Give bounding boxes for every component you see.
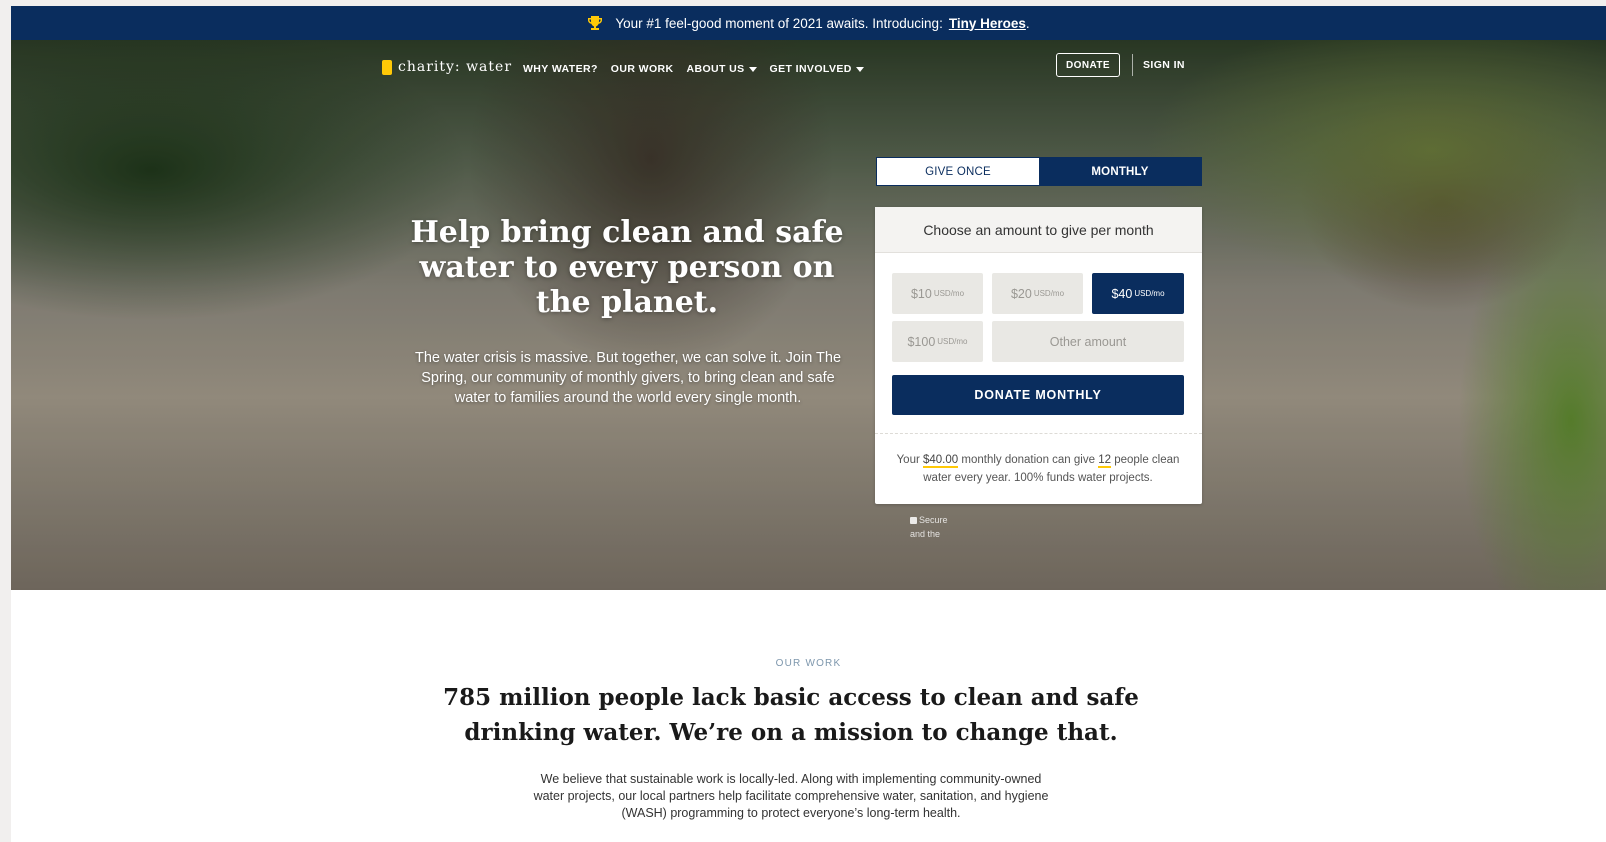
nav-our-work[interactable]: OUR WORK — [611, 63, 674, 75]
chevron-down-icon — [748, 66, 757, 72]
sign-in-link[interactable]: SIGN IN — [1143, 59, 1185, 71]
tab-monthly[interactable]: MONTHLY — [1039, 158, 1201, 185]
donate-monthly-button[interactable]: DONATE MONTHLY — [892, 375, 1184, 415]
nav-about-us[interactable]: ABOUT US — [686, 63, 757, 75]
amount-value: $20 — [1010, 286, 1032, 301]
tiny-heroes-link[interactable]: Tiny Heroes — [949, 16, 1026, 31]
impact-amount: $40.00 — [923, 454, 959, 468]
tab-give-once[interactable]: GIVE ONCE — [877, 158, 1039, 185]
impact-people: 12 — [1098, 454, 1111, 468]
nav-donate-button[interactable]: DONATE — [1056, 53, 1120, 77]
announcement-bar: Your #1 feel-good moment of 2021 awaits.… — [11, 6, 1606, 40]
amount-unit: USD/mo — [937, 337, 968, 346]
logo-text: charity: water — [398, 59, 513, 75]
announcement-suffix: . — [1025, 15, 1030, 31]
nav-our-work-label: OUR WORK — [610, 63, 674, 75]
amount-40-button[interactable]: $40 USD/mo — [1092, 273, 1184, 314]
trophy-icon — [588, 16, 603, 30]
hero-title: Help bring clean and safe water to every… — [410, 215, 844, 320]
nav-why-water-label: WHY WATER? — [523, 63, 598, 75]
donation-heading: Choose an amount to give per month — [875, 207, 1202, 253]
impact-text: Your $40.00 monthly donation can give 12… — [889, 451, 1187, 487]
secure-line-2: and the — [910, 529, 941, 539]
amount-value: $10 — [910, 286, 932, 301]
frequency-tabs: GIVE ONCE MONTHLY — [876, 157, 1202, 186]
amount-10-button[interactable]: $10 USD/mo — [892, 273, 983, 314]
other-amount-input[interactable]: Other amount — [992, 321, 1184, 362]
nav-why-water[interactable]: WHY WATER? — [523, 63, 598, 75]
secure-note: Secure and the — [910, 513, 948, 541]
nav-get-involved-label: GET INVOLVED — [769, 63, 852, 75]
nav-divider — [1132, 54, 1133, 76]
nav-get-involved[interactable]: GET INVOLVED — [770, 63, 864, 75]
logo[interactable]: charity: water — [382, 59, 512, 75]
mission-body: We believe that sustainable work is loca… — [533, 772, 1049, 820]
amount-100-button[interactable]: $100 USD/mo — [892, 321, 983, 362]
amount-20-button[interactable]: $20 USD/mo — [992, 273, 1083, 314]
our-work-eyebrow: OUR WORK — [775, 658, 842, 669]
announcement-text: Your #1 feel-good moment of 2021 awaits.… — [615, 15, 943, 31]
donation-card: Choose an amount to give per month $10 US… — [875, 207, 1202, 504]
secure-line-1: Secure — [919, 515, 948, 525]
amount-value: $40 — [1111, 286, 1133, 301]
mission-title: 785 million people lack basic access to … — [443, 684, 1139, 746]
chevron-down-icon — [855, 66, 864, 72]
page: Your #1 feel-good moment of 2021 awaits.… — [11, 6, 1606, 842]
hero-subtitle: The water crisis is massive. But togethe… — [414, 350, 842, 406]
jerry-can-icon — [382, 59, 392, 75]
amount-unit: USD/mo — [933, 289, 965, 298]
impact-mid: monthly donation can give — [958, 454, 1099, 466]
nav-about-us-label: ABOUT US — [686, 63, 745, 75]
nav-links: WHY WATER? OUR WORK ABOUT US GET INVOLVE… — [523, 63, 864, 75]
lock-icon — [910, 517, 917, 524]
amount-unit: USD/mo — [1033, 289, 1065, 298]
amount-value: $100 — [907, 334, 936, 349]
main-nav: charity: water WHY WATER? OUR WORK ABOUT… — [11, 53, 1606, 83]
card-divider — [875, 433, 1202, 434]
impact-pre: Your — [896, 454, 923, 466]
amount-unit: USD/mo — [1134, 289, 1165, 298]
